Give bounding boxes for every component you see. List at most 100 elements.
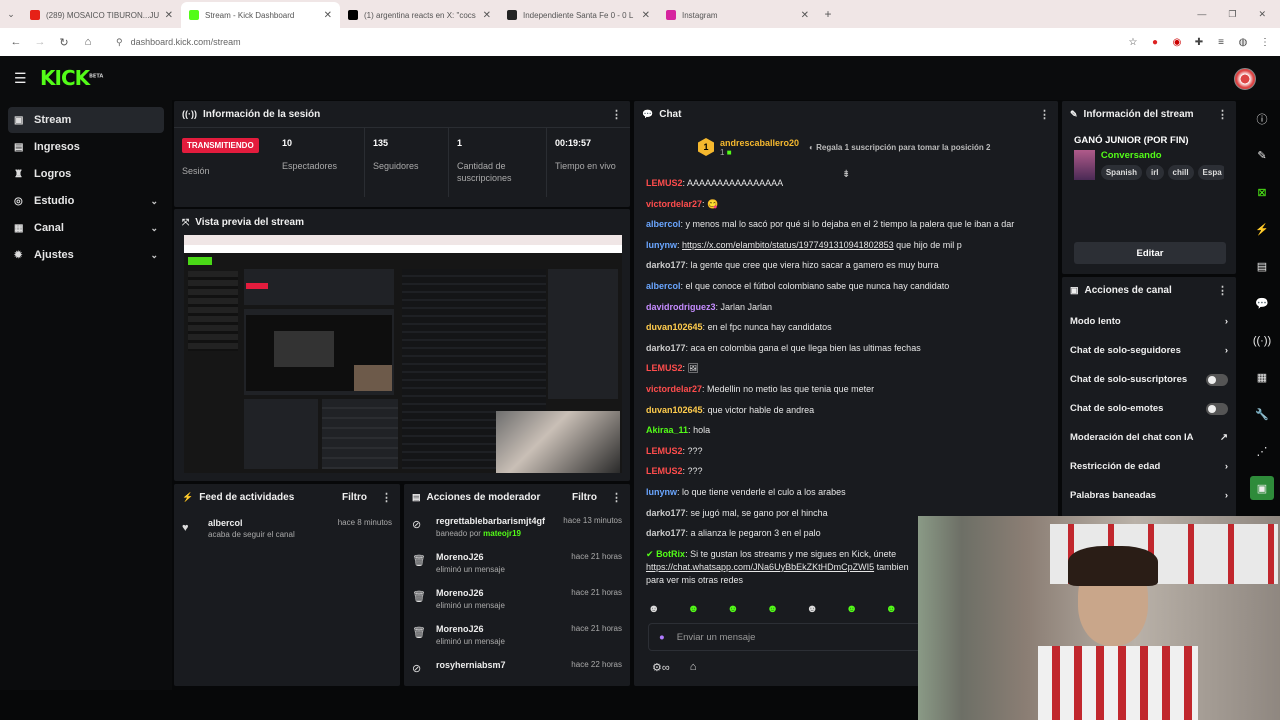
mod-target-username[interactable]: MorenoJ26 [436,588,571,598]
emote-icon[interactable]: ☻ [688,603,700,615]
forward-icon[interactable]: → [28,36,52,48]
chat-username[interactable]: darko177 [646,260,686,270]
chat-username[interactable]: LEMUS2 [646,363,683,373]
chat-username[interactable]: lunynw [646,240,677,250]
mod-target-username[interactable]: regrettablebarbarismjt4gf [436,516,563,526]
browser-menu-icon[interactable]: ⋮ [1254,37,1276,48]
sidebar-item-ingresos[interactable]: ▤ Ingresos [8,134,164,160]
message-icon[interactable]: 💬 [1248,285,1276,322]
more-options-icon[interactable]: ⋮ [1039,108,1050,121]
microphone-icon[interactable]: ● [659,632,665,643]
chat-username[interactable]: darko177 [646,508,686,518]
chat-username[interactable]: darko177 [646,528,686,538]
tab-close-icon[interactable]: ✕ [483,10,491,21]
tab-close-icon[interactable]: ✕ [642,10,650,21]
tab-close-icon[interactable]: ✕ [801,10,809,21]
sidebar-item-estudio[interactable]: ◎ Estudio ⌄ [8,188,164,214]
emote-icon[interactable]: ☻ [885,603,897,615]
gift-sub-prompt[interactable]: ◐ Regala 1 suscripción para tomar la pos… [809,143,990,152]
media-control-icon[interactable]: ≡ [1210,37,1232,48]
filter-button[interactable]: Filtro [572,492,597,503]
sidebar-item-canal[interactable]: ▦ Canal ⌄ [8,215,164,241]
chat-username[interactable]: darko177 [646,343,686,353]
action-banned-words[interactable]: Palabras baneadas › [1062,481,1236,510]
sidebar-item-logros[interactable]: ♜ Logros [8,161,164,187]
home-icon[interactable]: ⌂ [76,36,100,48]
filter-button[interactable]: Filtro [342,492,367,503]
extension-opera-icon[interactable]: ◉ [1166,37,1188,48]
browser-tab[interactable]: (289) MOSAICO TIBURON...JU ✕ [22,2,181,28]
action-slow-mode[interactable]: Modo lento › [1062,307,1236,336]
chat-username[interactable]: victordelar27 [646,199,702,209]
stream-category[interactable]: Conversando [1101,150,1224,161]
chat-link[interactable]: https://x.com/elambito/status/1977491310… [682,240,894,250]
flash-icon[interactable]: ⚡ [1248,211,1276,248]
browser-tab[interactable]: (1) argentina reacts en X: "cocs ✕ [340,2,499,28]
mod-target-username[interactable]: MorenoJ26 [436,552,571,562]
mod-actor-username[interactable]: mateojr19 [483,529,521,538]
reload-icon[interactable]: ↻ [52,36,76,49]
new-tab-icon[interactable]: + [817,7,839,21]
chat-username[interactable]: LEMUS2 [646,446,683,456]
edit-button[interactable]: Editar [1074,242,1226,264]
edit-icon[interactable]: ✎ [1248,137,1276,174]
action-age-restriction[interactable]: Restricción de edad › [1062,452,1236,481]
emote-icon[interactable]: ☻ [767,603,779,615]
emote-icon[interactable]: ☻ [648,603,660,615]
maximize-icon[interactable]: ❐ [1228,9,1236,20]
chat-link[interactable]: https://chat.whatsapp.com/JNa6UyBbEkZKtH… [646,562,874,572]
top-gifter-username[interactable]: andrescaballero20 [720,138,799,148]
sidebar-item-stream[interactable]: ▣ Stream [8,107,164,133]
hamburger-menu-icon[interactable]: ☰ [14,70,27,87]
store-icon[interactable]: ⌂ [690,661,697,674]
close-square-icon[interactable]: ⊠ [1248,174,1276,211]
sidebar-item-ajustes[interactable]: ✹ Ajustes ⌄ [8,242,164,268]
address-bar[interactable]: ⚲ dashboard.kick.com/stream [108,31,1122,53]
tab-close-icon[interactable]: ✕ [324,10,332,21]
chat-username[interactable]: victordelar27 [646,384,702,394]
browser-tab[interactable]: Stream - Kick Dashboard ✕ [181,2,340,28]
broadcast-icon[interactable]: ((·)) [1248,322,1276,359]
browser-tab[interactable]: Independiente Santa Fe 0 - 0 L ✕ [499,2,658,28]
emote-icon[interactable]: ☻ [846,603,858,615]
site-info-icon[interactable]: ⚲ [116,37,123,48]
more-options-icon[interactable]: ⋮ [1217,108,1228,121]
more-options-icon[interactable]: ⋮ [611,108,622,121]
chat-username[interactable]: Akiraa_11 [646,425,688,435]
extension-red-icon[interactable]: ● [1144,37,1166,48]
more-options-icon[interactable]: ⋮ [611,491,622,504]
back-icon[interactable]: ← [4,36,28,48]
profile-avatar-icon[interactable]: ◍ [1232,37,1254,48]
more-options-icon[interactable]: ⋮ [381,491,392,504]
share-icon[interactable]: ⋰ [1248,433,1276,470]
chat-username[interactable]: albercol [646,281,681,291]
layout-icon[interactable]: ▦ [1248,359,1276,396]
chat-username[interactable]: davidrodriguez3 [646,302,716,312]
mod-target-username[interactable]: rosyherniabsm7 [436,660,571,670]
chat-username[interactable]: duvan102645 [646,322,703,332]
chat-settings-icon[interactable]: ⚙∞ [652,661,670,674]
feed-username[interactable]: albercol [208,518,338,528]
action-followers-only[interactable]: Chat de solo-seguidores › [1062,336,1236,365]
kick-logo[interactable]: KICKBETA [40,66,103,90]
user-avatar[interactable] [1234,68,1256,90]
extensions-puzzle-icon[interactable]: ✚ [1188,37,1210,48]
tab-list-icon[interactable]: ⌄ [0,9,22,20]
wrench-icon[interactable]: 🔧 [1248,396,1276,433]
emote-icon[interactable]: ☻ [727,603,739,615]
chat-username[interactable]: albercol [646,219,681,229]
subscribers-only-toggle[interactable] [1206,373,1228,386]
chat-username[interactable]: LEMUS2 [646,466,683,476]
more-options-icon[interactable]: ⋮ [1217,284,1228,297]
tab-close-icon[interactable]: ✕ [165,10,173,21]
mod-target-username[interactable]: MorenoJ26 [436,624,571,634]
minimize-icon[interactable]: — [1197,9,1206,20]
action-subscribers-only[interactable]: Chat de solo-suscriptores [1062,365,1236,394]
bookmark-star-icon[interactable]: ☆ [1122,37,1144,48]
action-emotes-only[interactable]: Chat de solo-emotes [1062,394,1236,423]
browser-tab[interactable]: Instagram ✕ [658,2,817,28]
stream-preview-video[interactable] [184,235,622,473]
add-widget-icon[interactable]: ▣ [1250,476,1274,500]
chat-username[interactable]: BotRix [656,549,685,559]
document-icon[interactable]: ▤ [1248,248,1276,285]
